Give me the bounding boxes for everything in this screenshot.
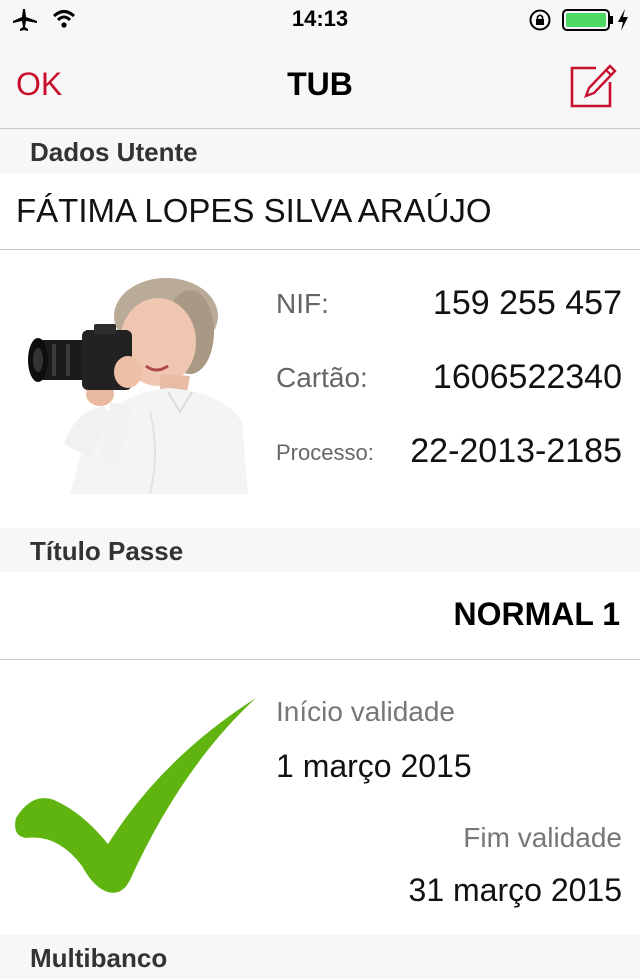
section-header-multibanco: Multibanco (0, 935, 640, 979)
pass-type-row: NORMAL 1 (0, 572, 640, 660)
user-photo (0, 262, 272, 494)
status-bar: 14:13 (0, 0, 640, 40)
navigation-bar: OK TUB (0, 40, 640, 129)
check-icon (15, 698, 256, 893)
end-validity-label: Fim validade (463, 822, 622, 853)
section-header-pass: Título Passe (0, 528, 640, 572)
nif-label: NIF: (276, 288, 329, 319)
rotation-lock-icon (529, 9, 551, 31)
section-header-label: Título Passe (30, 536, 184, 566)
charging-icon (618, 9, 628, 31)
ok-button[interactable]: OK (16, 66, 62, 103)
edit-icon (570, 64, 617, 108)
process-value: 22-2013-2185 (410, 432, 622, 470)
section-header-label: Multibanco (30, 943, 168, 973)
section-header-label: Dados Utente (30, 137, 198, 167)
user-name-row: FÁTIMA LOPES SILVA ARAÚJO (0, 172, 640, 250)
page-title: TUB (287, 66, 353, 102)
process-label: Processo: (276, 440, 374, 465)
user-name: FÁTIMA LOPES SILVA ARAÚJO (16, 192, 492, 229)
card-value: 1606522340 (432, 358, 622, 396)
start-validity-label: Início validade (276, 696, 456, 727)
section-header-user: Dados Utente (0, 129, 640, 173)
nif-value: 159 255 457 (432, 284, 622, 322)
edit-button[interactable] (566, 60, 618, 112)
card-label: Cartão: (276, 362, 368, 393)
battery-icon (562, 9, 613, 31)
pass-type: NORMAL 1 (453, 596, 620, 632)
start-validity-date: 1 março 2015 (276, 748, 472, 784)
end-validity-date: 31 março 2015 (408, 872, 622, 908)
